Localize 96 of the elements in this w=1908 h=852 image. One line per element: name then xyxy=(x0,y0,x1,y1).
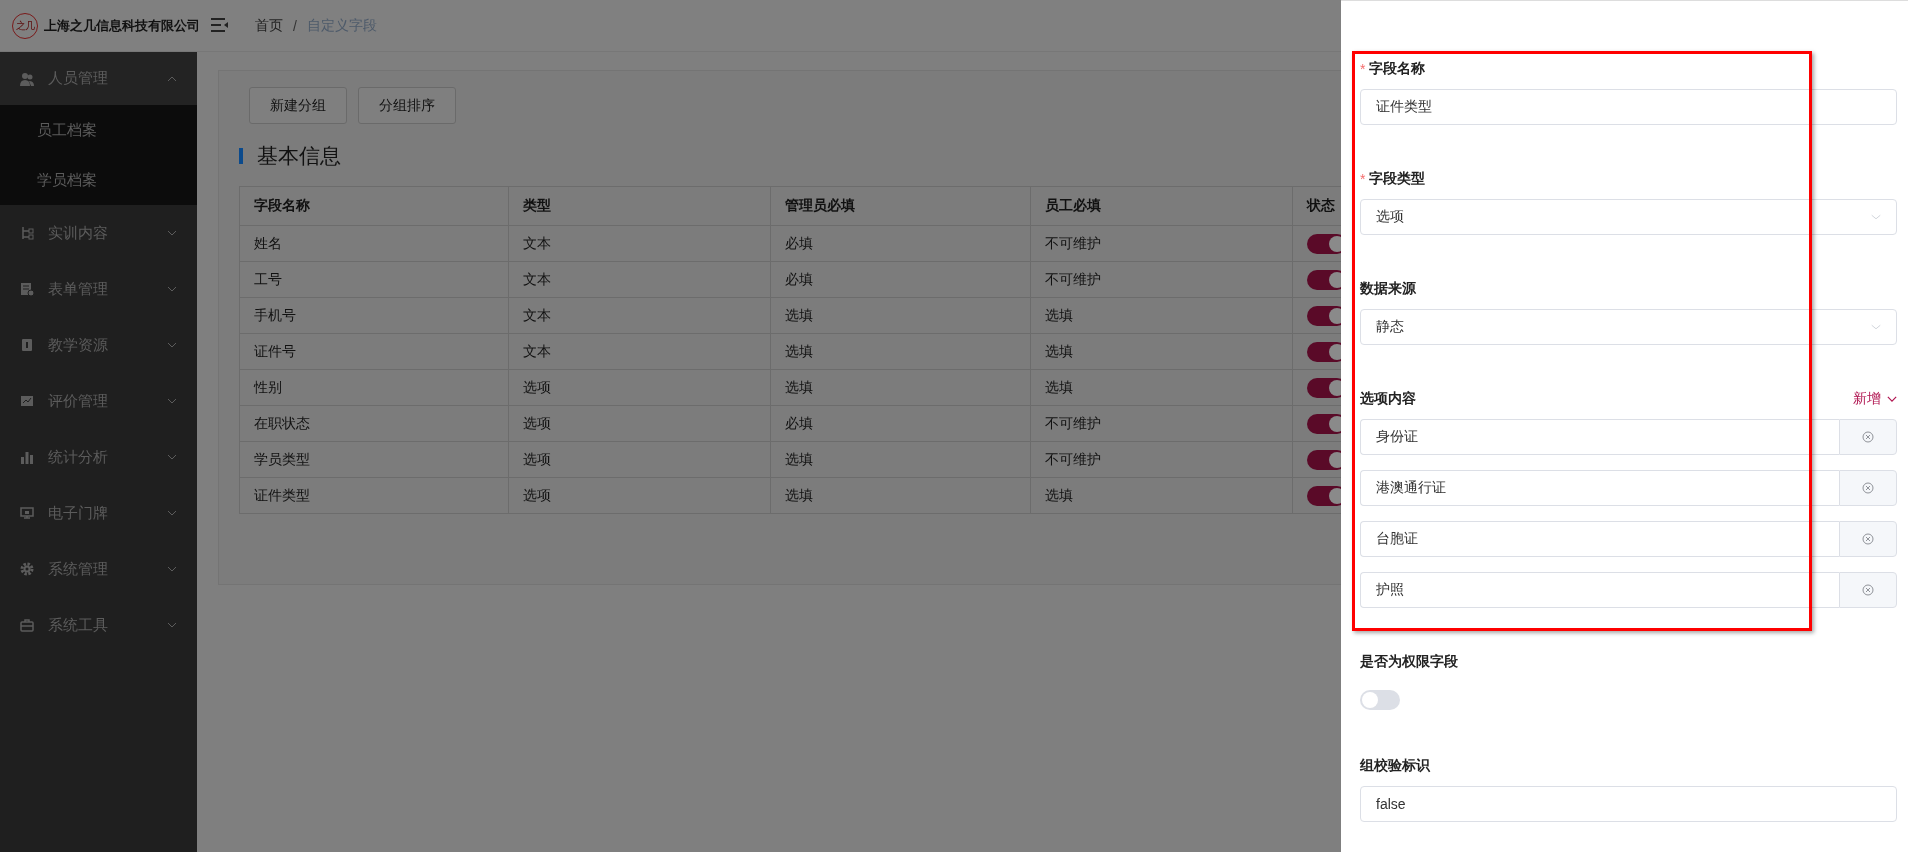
tree-icon xyxy=(20,226,34,240)
required-mark: * xyxy=(1360,61,1366,77)
field-label: 字段类型 xyxy=(1369,170,1427,188)
table-cell: 必填 xyxy=(770,261,1031,298)
section-marker xyxy=(239,148,243,164)
section-title: 基本信息 xyxy=(257,143,341,169)
required-mark: * xyxy=(1360,171,1366,187)
column-header: 字段名称 xyxy=(239,186,509,226)
table-cell: 选填 xyxy=(1030,477,1293,514)
table-cell: 姓名 xyxy=(239,225,509,262)
column-header: 类型 xyxy=(508,186,771,226)
table-cell: 选项 xyxy=(508,369,771,406)
table-cell: 选项 xyxy=(508,441,771,478)
text-field[interactable]: 证件类型 xyxy=(1360,89,1897,125)
column-header: 管理员必填 xyxy=(770,186,1031,226)
sidebar-menu-item[interactable]: 教学资源 xyxy=(0,317,197,373)
bar-chart-icon xyxy=(20,450,34,464)
field-label: 选项内容 xyxy=(1360,390,1417,408)
table-cell: 不可维护 xyxy=(1030,225,1293,262)
table-cell: 选填 xyxy=(770,333,1031,370)
table-cell: 不可维护 xyxy=(1030,405,1293,442)
option-field[interactable]: 身份证 xyxy=(1360,419,1839,455)
chevron-down-icon xyxy=(167,566,177,572)
field-label: 数据来源 xyxy=(1360,280,1417,298)
option-field[interactable]: 护照 xyxy=(1360,572,1839,608)
table-cell: 必填 xyxy=(770,405,1031,442)
select-field[interactable]: 选项 xyxy=(1360,199,1897,235)
sidebar-menu-item[interactable]: 统计分析 xyxy=(0,429,197,485)
breadcrumb-separator: / xyxy=(293,17,297,34)
company-name: 上海之几信息科技有限公司 xyxy=(44,16,200,35)
permission-toggle[interactable] xyxy=(1360,690,1400,710)
table-cell: 文本 xyxy=(508,333,771,370)
table-cell: 文本 xyxy=(508,261,771,298)
table-cell: 选填 xyxy=(1030,333,1293,370)
table-cell: 工号 xyxy=(239,261,509,298)
chevron-down-icon xyxy=(167,398,177,404)
table-cell: 性别 xyxy=(239,369,509,406)
chevron-down-icon xyxy=(167,342,177,348)
book-icon xyxy=(20,338,34,352)
monitor-icon xyxy=(20,506,34,520)
sidebar-menu-item[interactable]: 表单管理 xyxy=(0,261,197,317)
submenu-item[interactable]: 员工档案 xyxy=(0,105,197,155)
table-cell: 在职状态 xyxy=(239,405,509,442)
add-link[interactable]: 新增 xyxy=(1853,390,1897,408)
chevron-down-icon xyxy=(1887,396,1897,402)
chevron-down-icon xyxy=(1871,324,1881,330)
table-cell: 证件类型 xyxy=(239,477,509,514)
option-field[interactable]: 港澳通行证 xyxy=(1360,470,1839,506)
table-cell: 必填 xyxy=(770,225,1031,262)
people-icon xyxy=(20,71,34,86)
chevron-up-icon xyxy=(167,75,177,82)
menu-icon[interactable] xyxy=(211,18,229,33)
column-header: 员工必填 xyxy=(1030,186,1293,226)
field-label: 字段名称 xyxy=(1369,60,1427,78)
clear-icon xyxy=(1862,431,1874,443)
table-cell: 文本 xyxy=(508,297,771,334)
table-cell: 文本 xyxy=(508,225,771,262)
table-cell: 选填 xyxy=(1030,297,1293,334)
sidebar-menu-item[interactable]: 实训内容 xyxy=(0,205,197,261)
chevron-down-icon xyxy=(167,286,177,292)
table-cell: 选填 xyxy=(770,441,1031,478)
chevron-down-icon xyxy=(167,230,177,236)
select-field[interactable]: 静态 xyxy=(1360,309,1897,345)
clear-icon xyxy=(1862,533,1874,545)
table-cell: 证件号 xyxy=(239,333,509,370)
toolbar-button[interactable]: 新建分组 xyxy=(249,87,347,124)
table-cell: 选项 xyxy=(508,477,771,514)
table-cell: 学员类型 xyxy=(239,441,509,478)
picture-frame-icon xyxy=(20,394,34,408)
settings-icon xyxy=(20,562,34,576)
text-field[interactable]: false xyxy=(1360,786,1897,822)
chevron-down-icon xyxy=(167,454,177,460)
table-cell: 不可维护 xyxy=(1030,261,1293,298)
table-cell: 手机号 xyxy=(239,297,509,334)
option-field[interactable]: 台胞证 xyxy=(1360,521,1839,557)
clear-icon xyxy=(1862,584,1874,596)
table-cell: 选填 xyxy=(770,477,1031,514)
table-cell: 选填 xyxy=(770,297,1031,334)
toolbar-button[interactable]: 分组排序 xyxy=(358,87,456,124)
table-cell: 选填 xyxy=(770,369,1031,406)
chevron-down-icon xyxy=(1871,214,1881,220)
chevron-down-icon xyxy=(167,510,177,516)
table-cell: 不可维护 xyxy=(1030,441,1293,478)
toolbox-icon xyxy=(20,618,34,632)
sidebar-menu-item[interactable]: 系统管理 xyxy=(0,541,197,597)
clear-icon xyxy=(1862,482,1874,494)
sidebar-menu-item[interactable]: 评价管理 xyxy=(0,373,197,429)
submenu-item[interactable]: 学员档案 xyxy=(0,155,197,205)
table-cell: 选填 xyxy=(1030,369,1293,406)
field-label: 是否为权限字段 xyxy=(1360,653,1459,671)
chevron-down-icon xyxy=(167,622,177,628)
breadcrumb-link[interactable]: 首页 xyxy=(255,16,283,35)
table-cell: 选项 xyxy=(508,405,771,442)
document-icon xyxy=(20,282,34,296)
sidebar-menu-item[interactable]: 电子门牌 xyxy=(0,485,197,541)
field-label: 组校验标识 xyxy=(1360,757,1431,775)
